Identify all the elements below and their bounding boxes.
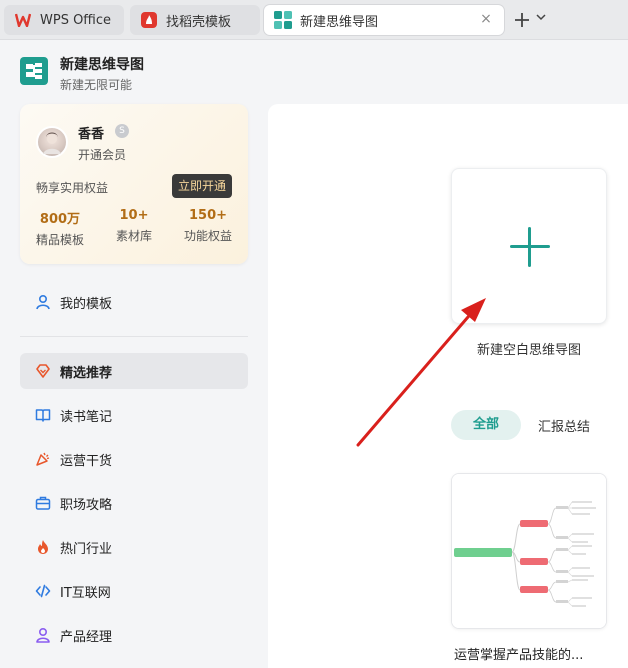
- member-status[interactable]: 开通会员: [78, 146, 126, 163]
- stat-materials: 10+ 素材库: [102, 208, 166, 244]
- briefcase-icon: [35, 495, 51, 511]
- category-tab-report[interactable]: 汇报总结: [538, 416, 590, 435]
- tab-docer-templates[interactable]: 找稻壳模板: [130, 5, 260, 35]
- sidebar-item-label: 我的模板: [60, 296, 113, 312]
- tab-new-mindmap[interactable]: 新建思维导图 ×: [264, 5, 504, 35]
- open-membership-button[interactable]: 立即开通: [172, 174, 232, 198]
- sidebar-item-featured[interactable]: 精选推荐: [20, 353, 248, 389]
- plus-icon: [528, 227, 531, 267]
- chevron-down-icon[interactable]: [536, 12, 548, 26]
- book-icon: [35, 407, 51, 423]
- page-title: 新建思维导图: [60, 57, 144, 73]
- template-card[interactable]: [451, 473, 607, 629]
- wps-logo-icon: [14, 11, 32, 29]
- mindmap-logo-icon: [274, 11, 292, 29]
- mindmap-app-icon: [20, 57, 48, 85]
- sidebar-item-label: 产品经理: [60, 629, 113, 645]
- avatar[interactable]: [36, 126, 68, 158]
- template-title: 运营掌握产品技能的...: [454, 648, 584, 663]
- stat-label: 素材库: [115, 229, 152, 243]
- sidebar-item-reading-notes[interactable]: 读书笔记: [20, 397, 248, 433]
- vip-badge-icon: S: [115, 124, 129, 138]
- flame-icon: [35, 539, 51, 555]
- party-popper-icon: [35, 451, 51, 467]
- stat-value: 150+: [188, 208, 228, 223]
- user-icon: [35, 627, 51, 643]
- docer-logo-icon: [140, 11, 158, 29]
- sidebar-item-hot-industry[interactable]: 热门行业: [20, 529, 248, 565]
- stat-value: 800万: [39, 212, 81, 227]
- benefit-text: 畅享实用权益: [36, 181, 109, 195]
- tab-label: 找稻壳模板: [166, 14, 232, 30]
- stat-value: 10+: [119, 208, 149, 223]
- sidebar-item-it-internet[interactable]: IT互联网: [20, 573, 248, 609]
- sidebar-item-my-templates[interactable]: 我的模板: [20, 284, 248, 320]
- sidebar-item-label: 运营干货: [60, 453, 113, 469]
- heart-diamond-icon: [35, 363, 51, 379]
- stat-label: 精品模板: [35, 233, 84, 247]
- annotation-arrow-icon: [356, 298, 486, 447]
- tab-label: WPS Office: [40, 12, 112, 28]
- sidebar-item-operations[interactable]: 运营干货: [20, 441, 248, 477]
- close-icon[interactable]: ×: [478, 11, 494, 27]
- sidebar-divider: [20, 336, 248, 337]
- sidebar-item-label: 读书笔记: [60, 409, 113, 425]
- sidebar-item-label: 热门行业: [60, 541, 113, 557]
- tab-label: 新建思维导图: [300, 14, 379, 30]
- user-icon: [35, 294, 51, 310]
- code-icon: [35, 583, 51, 599]
- sidebar-item-label: 职场攻略: [60, 497, 113, 513]
- add-tab-icon[interactable]: [512, 10, 532, 30]
- member-card: 香香 S 开通会员 畅享实用权益 立即开通 800万 精品模板 10+ 素材库 …: [20, 104, 248, 264]
- sidebar-item-label: IT互联网: [60, 585, 111, 601]
- tab-bar: WPS Office 找稻壳模板 新建思维导图 ×: [0, 0, 628, 40]
- user-name: 香香: [78, 127, 105, 142]
- stat-label: 功能权益: [183, 229, 232, 243]
- stat-templates: 800万 精品模板: [28, 208, 92, 248]
- sidebar-item-label: 精选推荐: [60, 365, 113, 381]
- page-subtitle: 新建无限可能: [60, 78, 133, 92]
- tab-wps-office[interactable]: WPS Office: [4, 5, 124, 35]
- template-thumbnail: [452, 474, 606, 628]
- stat-features: 150+ 功能权益: [176, 208, 240, 244]
- sidebar-item-career[interactable]: 职场攻略: [20, 485, 248, 521]
- sidebar-item-product-manager[interactable]: 产品经理: [20, 617, 248, 653]
